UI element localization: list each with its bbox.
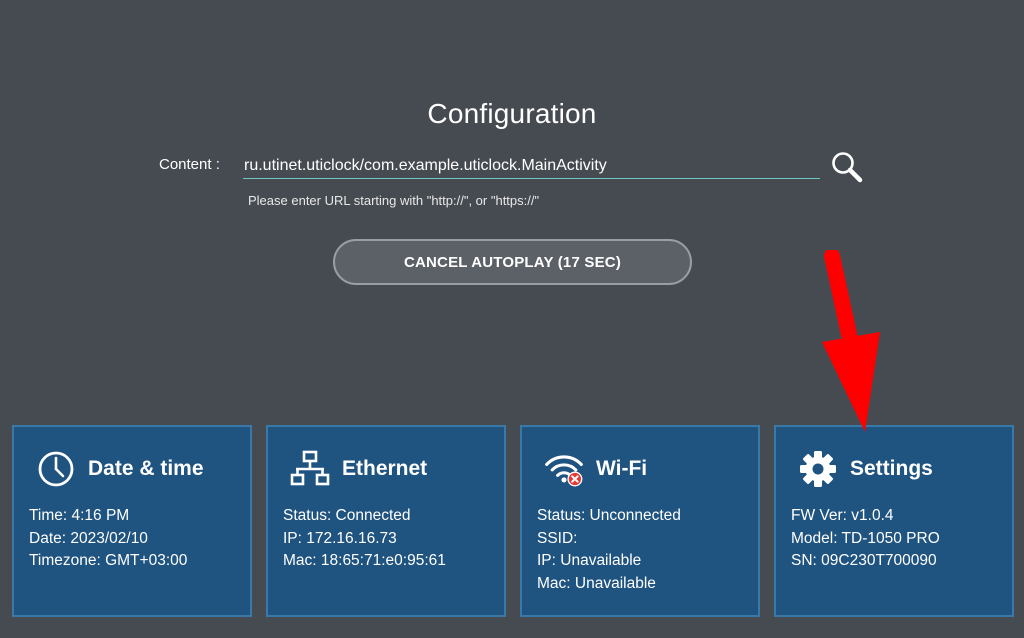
- card-details: FW Ver: v1.0.4 Model: TD-1050 PRO SN: 09…: [791, 505, 1004, 573]
- network-icon: [290, 449, 330, 489]
- ethernet-ip: IP: 172.16.16.73: [283, 529, 397, 547]
- serial-number: SN: 09C230T700090: [791, 552, 937, 569]
- card-header: Date & time: [36, 449, 204, 489]
- wifi-mac: Mac: Unavailable: [537, 574, 656, 592]
- wifi-disconnected-icon: [544, 449, 584, 489]
- card-header: Ethernet: [290, 449, 427, 489]
- timezone-value: Timezone: GMT+03:00: [29, 552, 188, 569]
- card-details: Status: Unconnected SSID: IP: Unavailabl…: [537, 505, 750, 595]
- card-header: Wi-Fi: [544, 449, 647, 489]
- card-details: Status: Connected IP: 172.16.16.73 Mac: …: [283, 505, 496, 573]
- wifi-card[interactable]: Wi-Fi Status: Unconnected SSID: IP: Unav…: [520, 425, 760, 617]
- url-hint: Please enter URL starting with "http://"…: [248, 193, 540, 208]
- clock-icon: [36, 449, 76, 489]
- card-header: Settings: [798, 449, 933, 489]
- wifi-ip: IP: Unavailable: [537, 552, 642, 569]
- wifi-status: Status: Unconnected: [537, 507, 681, 524]
- ethernet-mac: Mac: 18:65:71:e0:95:61: [283, 552, 446, 569]
- wifi-ssid: SSID:: [537, 529, 578, 547]
- cancel-autoplay-button[interactable]: CANCEL AUTOPLAY (17 SEC): [333, 239, 692, 285]
- model-value: Model: TD-1050 PRO: [791, 529, 940, 547]
- card-title: Settings: [850, 457, 933, 480]
- card-details: Time: 4:16 PM Date: 2023/02/10 Timezone:…: [29, 505, 242, 573]
- search-button[interactable]: [828, 148, 866, 186]
- ethernet-status: Status: Connected: [283, 507, 411, 524]
- time-value: Time: 4:16 PM: [29, 507, 130, 524]
- annotation-arrow-icon: [822, 250, 880, 432]
- firmware-version: FW Ver: v1.0.4: [791, 507, 894, 524]
- card-title: Date & time: [88, 457, 204, 480]
- content-label: Content :: [159, 156, 220, 173]
- settings-card[interactable]: Settings FW Ver: v1.0.4 Model: TD-1050 P…: [774, 425, 1014, 617]
- ethernet-card[interactable]: Ethernet Status: Connected IP: 172.16.16…: [266, 425, 506, 617]
- content-url-input[interactable]: [243, 155, 820, 179]
- date-value: Date: 2023/02/10: [29, 529, 148, 547]
- date-time-card[interactable]: Date & time Time: 4:16 PM Date: 2023/02/…: [12, 425, 252, 617]
- card-title: Ethernet: [342, 457, 428, 480]
- card-title: Wi-Fi: [596, 457, 648, 480]
- page-title: Configuration: [427, 98, 597, 129]
- gear-icon: [798, 449, 838, 489]
- search-icon: [832, 152, 863, 183]
